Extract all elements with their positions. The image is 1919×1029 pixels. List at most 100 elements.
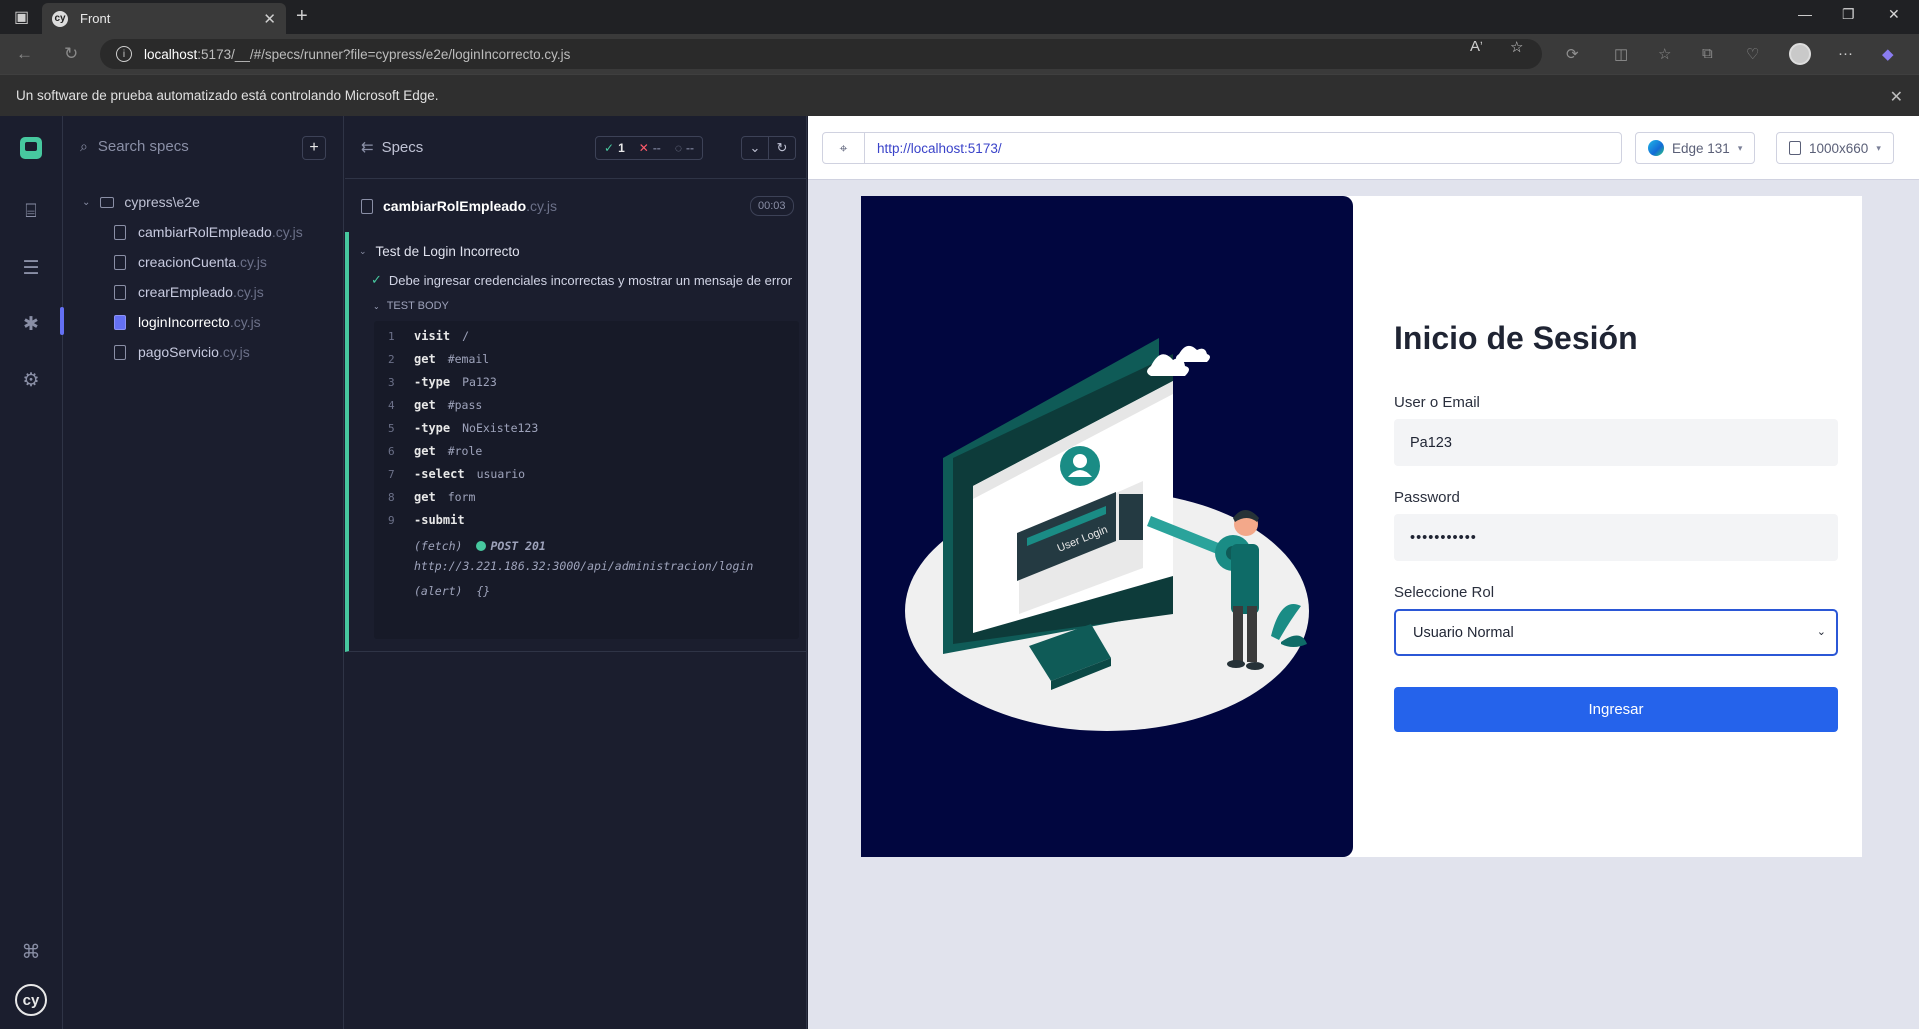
- test-body-toggle[interactable]: ⌄ TEST BODY: [373, 300, 449, 312]
- command-row[interactable]: 9 -submit: [374, 508, 799, 532]
- reporter-panel: ⇇ Specs ✓ 1 ✕ -- ◌ -- ⌄ ↻ cambiarRolEmplead…: [345, 116, 807, 1029]
- read-aloud-icon[interactable]: Aʼ: [1470, 38, 1483, 55]
- spec-item-loginIncorrecto[interactable]: loginIncorrecto .cy.js: [114, 314, 261, 330]
- specs-toggle-icon: ⇇: [361, 139, 374, 156]
- spec-item-cambiarRolEmpleado[interactable]: cambiarRolEmpleado .cy.js: [114, 224, 303, 240]
- command-row[interactable]: 8 get form: [374, 485, 799, 509]
- test-body-label: TEST BODY: [386, 300, 449, 312]
- role-label: Seleccione Rol: [1394, 584, 1495, 601]
- command-arg: #email: [447, 352, 490, 366]
- tab-title: Front: [80, 11, 111, 26]
- site-info-icon[interactable]: i: [116, 46, 132, 62]
- command-row[interactable]: 6 get #role: [374, 439, 799, 463]
- test-stats: ✓ 1 ✕ -- ◌ --: [595, 136, 703, 160]
- password-field[interactable]: •••••••••••: [1394, 514, 1838, 561]
- refresh-icon[interactable]: ↻: [64, 44, 78, 64]
- command-arg: form: [447, 490, 476, 504]
- infobar-text: Un software de prueba automatizado está …: [16, 88, 439, 103]
- command-row[interactable]: 1 visit /: [374, 324, 799, 348]
- close-tab-icon[interactable]: ✕: [263, 10, 276, 28]
- viewport-label: 1000x660: [1809, 140, 1869, 156]
- favorites-icon[interactable]: ☆: [1658, 45, 1671, 63]
- runs-icon[interactable]: ⌸: [18, 199, 44, 225]
- cypress-logo-icon[interactable]: cy: [15, 984, 47, 1016]
- alert-label: (alert): [414, 584, 463, 598]
- selector-playground-icon[interactable]: ⌖: [823, 133, 865, 163]
- fetch-log-entry[interactable]: (fetch) POST 201: [414, 539, 546, 553]
- command-number: 6: [388, 444, 395, 458]
- address-field[interactable]: i localhost:5173/__/#/specs/runner?file=…: [100, 39, 1542, 69]
- chevron-down-icon: ⌄: [82, 196, 91, 208]
- split-screen-icon[interactable]: ◫: [1614, 45, 1628, 63]
- rerun-button[interactable]: ↻: [768, 136, 796, 160]
- command-row[interactable]: 3 -type Pa123: [374, 370, 799, 394]
- restore-icon[interactable]: ❐: [1842, 6, 1855, 23]
- copilot-icon[interactable]: ◆: [1882, 45, 1894, 63]
- reporter-title: Specs: [381, 138, 424, 156]
- spec-item-pagoServicio[interactable]: pagoServicio .cy.js: [114, 344, 250, 360]
- spec-file-icon: [114, 314, 126, 330]
- browser-select-button[interactable]: Edge 131 ▾: [1635, 132, 1756, 164]
- window-close-icon[interactable]: ✕: [1888, 6, 1900, 23]
- settings-gear-icon[interactable]: ⚙: [18, 367, 44, 393]
- extensions-icon[interactable]: ⟳: [1566, 45, 1579, 63]
- aut-url: http://localhost:5173/: [877, 140, 1002, 156]
- specs-list-icon[interactable]: ☰: [18, 255, 44, 281]
- search-specs[interactable]: ⌕ Search specs: [80, 138, 189, 155]
- spec-name: loginIncorrecto: [138, 314, 230, 330]
- chevron-down-icon: ▾: [1737, 142, 1743, 153]
- more-menu-icon[interactable]: ···: [1838, 45, 1853, 62]
- back-icon[interactable]: ←: [16, 44, 33, 64]
- browser-label: Edge 131: [1672, 140, 1730, 156]
- alert-value: {}: [476, 584, 491, 598]
- spec-folder[interactable]: ⌄ cypress\e2e: [82, 194, 200, 210]
- tab-actions-icon[interactable]: ▣: [14, 7, 29, 27]
- command-number: 4: [388, 398, 395, 412]
- keyboard-shortcuts-icon[interactable]: ⌘: [18, 939, 44, 965]
- spec-item-crearEmpleado[interactable]: crearEmpleado .cy.js: [114, 284, 264, 300]
- command-row[interactable]: 5 -type NoExiste123: [374, 416, 799, 440]
- command-number: 1: [388, 329, 395, 343]
- viewport-button[interactable]: 1000x660 ▾: [1776, 132, 1894, 164]
- app-iframe: User Login Inicio de Sesión User o Email…: [861, 196, 1862, 857]
- command-row[interactable]: 4 get #pass: [374, 393, 799, 417]
- spec-item-creacionCuenta[interactable]: creacionCuenta .cy.js: [114, 254, 267, 270]
- role-select[interactable]: Usuario Normal ⌄: [1394, 609, 1838, 656]
- collections-icon[interactable]: ⧉: [1702, 45, 1713, 62]
- spec-file-icon: [114, 254, 126, 270]
- command-name: -type: [414, 375, 451, 389]
- profile-avatar[interactable]: [1789, 43, 1811, 65]
- minimize-icon[interactable]: —: [1798, 6, 1812, 22]
- command-name: get: [414, 444, 436, 458]
- pending-count: --: [685, 141, 694, 155]
- browser-tab[interactable]: cy Front ✕: [42, 3, 286, 34]
- infobar-close-icon[interactable]: ✕: [1890, 87, 1903, 107]
- search-input[interactable]: Search specs: [98, 138, 189, 155]
- command-name: -select: [414, 467, 465, 481]
- email-field[interactable]: Pa123: [1394, 419, 1838, 466]
- project-icon[interactable]: [20, 137, 42, 159]
- aut-url-bar[interactable]: ⌖ http://localhost:5173/: [822, 132, 1622, 164]
- new-tab-icon[interactable]: +: [296, 5, 308, 28]
- collapse-all-button[interactable]: ⌄: [741, 136, 769, 160]
- reporter-header[interactable]: ⇇ Specs: [361, 138, 424, 157]
- command-row[interactable]: 2 get #email: [374, 347, 799, 371]
- command-arg: usuario: [476, 467, 526, 481]
- favorite-star-icon[interactable]: ☆: [1510, 38, 1523, 56]
- specs-panel: ⌕ Search specs + ⌄ cypress\e2e cambiarRo…: [64, 116, 344, 1029]
- test-suite: ⌄ Test de Login Incorrecto ✓ Debe ingres…: [345, 232, 807, 652]
- command-arg: #pass: [447, 398, 483, 412]
- folder-name: cypress\e2e: [124, 194, 200, 210]
- browser-essentials-icon[interactable]: ♡: [1746, 45, 1759, 63]
- suite-header[interactable]: ⌄ Test de Login Incorrecto: [359, 244, 520, 259]
- alert-log-entry[interactable]: (alert) {}: [414, 584, 490, 598]
- pending-stat: ◌ --: [674, 141, 694, 155]
- debug-bug-icon[interactable]: ✱: [18, 311, 44, 337]
- spec-file-icon: [114, 284, 126, 300]
- add-spec-button[interactable]: +: [302, 136, 326, 160]
- test-case[interactable]: ✓ Debe ingresar credenciales incorrectas…: [371, 272, 792, 288]
- command-row[interactable]: 7 -select usuario: [374, 462, 799, 486]
- edge-browser-icon: [1648, 140, 1664, 156]
- command-name: visit: [414, 329, 451, 343]
- submit-button[interactable]: Ingresar: [1394, 687, 1838, 732]
